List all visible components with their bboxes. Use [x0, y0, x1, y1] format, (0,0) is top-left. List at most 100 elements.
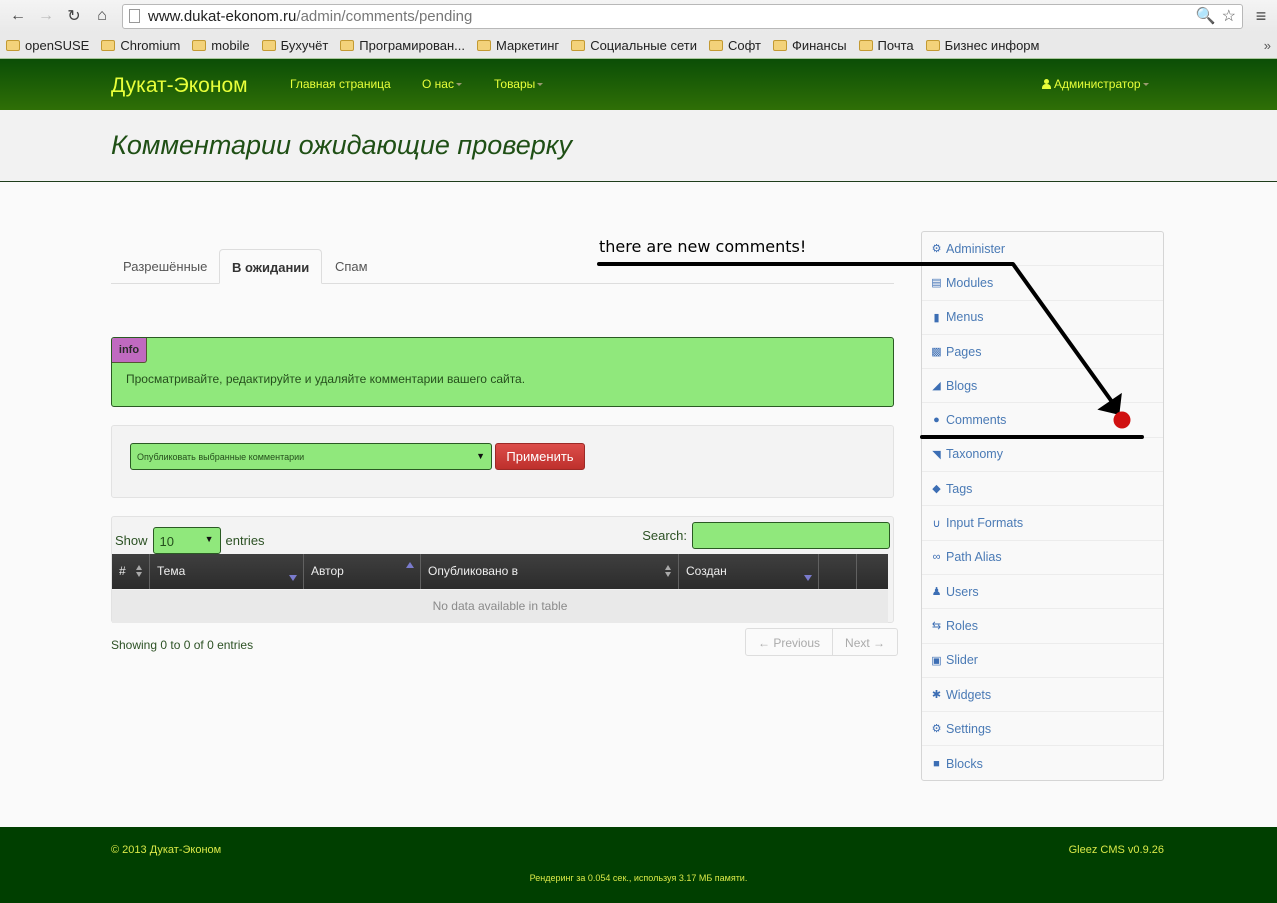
apply-button[interactable]: Применить: [495, 443, 585, 470]
zoom-icon[interactable]: 🔍: [1196, 6, 1216, 26]
previous-page-button[interactable]: ← Previous: [746, 629, 832, 655]
bookmark-folder[interactable]: Финансы: [772, 38, 847, 53]
bookmark-folder[interactable]: openSUSE: [6, 38, 89, 53]
sort-desc-icon: [289, 575, 297, 581]
star-icon[interactable]: ☆: [1222, 6, 1236, 26]
bulk-actions-panel: Опубликовать выбранные комментарии ▼ При…: [111, 425, 894, 498]
tab-spam[interactable]: Спам: [323, 249, 380, 284]
page-title: Комментарии ожидающие проверку: [111, 130, 573, 160]
sort-both-icon: [136, 565, 143, 577]
forward-button[interactable]: →: [34, 4, 58, 28]
column-header-action-2: [857, 554, 888, 589]
search-control: Search:: [642, 522, 890, 549]
column-header-author[interactable]: Автор: [304, 554, 421, 589]
sidebar-item-blogs[interactable]: ◢ Blogs: [922, 369, 1163, 404]
column-header-published-in[interactable]: Опубликовано в: [421, 554, 679, 589]
folder-icon: [192, 39, 207, 51]
stop-icon: ■: [933, 757, 940, 770]
nav-products-dropdown[interactable]: Товары: [494, 77, 544, 91]
dropdown-arrow-icon: ▼: [204, 534, 214, 544]
folder-icon: [858, 39, 873, 51]
bookmark-folder[interactable]: Почта: [858, 38, 914, 53]
book-icon: ▩: [931, 346, 942, 359]
site-footer: © 2013 Дукат-Эконом Gleez CMS v0.9.26 Ре…: [0, 827, 1277, 903]
dropdown-arrow-icon: ▼: [476, 451, 485, 461]
bullhorn-icon: ◢: [932, 380, 941, 393]
bookmarks-overflow-button[interactable]: »: [1264, 38, 1271, 53]
column-header-subject[interactable]: Тема: [150, 554, 304, 589]
sort-asc-icon: [406, 562, 414, 568]
sidebar-item-slider[interactable]: ▣ Slider: [922, 644, 1163, 678]
sidebar-item-taxonomy[interactable]: ◥ Taxonomy: [922, 438, 1163, 473]
folder-icon: [772, 39, 787, 51]
nav-home[interactable]: Главная страница: [290, 77, 391, 91]
browser-toolbar: ← → ↻ ⌂ www.dukat-ekonom.ru/admin/commen…: [0, 0, 1277, 32]
bookmark-folder[interactable]: mobile: [192, 38, 250, 53]
bookmark-folder[interactable]: Chromium: [101, 38, 180, 53]
page-length-control: Show 10 ▼ entries: [115, 527, 265, 554]
caret-down-icon: [455, 83, 462, 87]
picture-icon: ▣: [931, 654, 942, 667]
menu-icon[interactable]: ≡: [1251, 6, 1271, 27]
sidebar-item-tags[interactable]: ◆ Tags: [922, 472, 1163, 507]
folder-icon: [340, 39, 355, 51]
folder-icon: [101, 39, 116, 51]
column-header-id[interactable]: #: [112, 554, 150, 589]
sidebar-item-users[interactable]: ♟ Users: [922, 575, 1163, 610]
home-button[interactable]: ⌂: [90, 4, 114, 28]
folder-icon: [261, 39, 276, 51]
retweet-icon: ⇆: [931, 620, 942, 633]
user-menu-dropdown[interactable]: Администратор: [1042, 77, 1149, 91]
table-info: Showing 0 to 0 of 0 entries: [111, 638, 254, 652]
address-bar[interactable]: www.dukat-ekonom.ru/admin/comments/pendi…: [122, 3, 1243, 29]
sidebar-item-menus[interactable]: ▮ Menus: [922, 301, 1163, 335]
url-path: /admin/comments/pending: [296, 7, 473, 25]
tab-pending[interactable]: В ожидании: [219, 249, 323, 284]
sidebar-item-modules[interactable]: ▤ Modules: [922, 266, 1163, 301]
caret-down-icon: [1142, 83, 1149, 87]
search-input[interactable]: [692, 522, 890, 549]
cog-icon: ⚙: [931, 243, 942, 256]
back-button[interactable]: ←: [6, 4, 30, 28]
sidebar-item-administer[interactable]: ⚙ Administer: [922, 232, 1163, 267]
bulk-action-value: Опубликовать выбранные комментарии: [137, 452, 305, 462]
sidebar-item-blocks[interactable]: ■ Blocks: [922, 746, 1163, 780]
bookmark-folder[interactable]: Социальные сети: [571, 38, 697, 53]
page-header: Комментарии ожидающие проверку: [0, 110, 1277, 182]
site-brand[interactable]: Дукат-Эконом: [111, 74, 248, 98]
bookmark-folder[interactable]: Маркетинг: [476, 38, 559, 53]
bookmark-folder[interactable]: Софт: [708, 38, 761, 53]
folder-icon: [925, 39, 940, 51]
reload-button[interactable]: ↻: [62, 4, 86, 28]
bookmark-folder[interactable]: Програмирован...: [340, 38, 465, 53]
pagination: ← Previous Next →: [745, 628, 899, 656]
user-icon: ♟: [931, 586, 942, 599]
nav-about-dropdown[interactable]: О нас: [422, 77, 462, 91]
bookmark-icon: ▮: [933, 311, 940, 324]
bookmark-folder[interactable]: Бухучёт: [261, 38, 328, 53]
annotation-text: there are new comments!: [599, 237, 807, 256]
column-header-action-1: [819, 554, 857, 589]
link-icon: ∞: [932, 551, 941, 564]
sort-desc-icon: [804, 575, 812, 581]
column-header-created[interactable]: Создан: [679, 554, 819, 589]
sidebar-item-settings[interactable]: ⚙ Settings: [922, 712, 1163, 747]
folder-icon: [708, 39, 723, 51]
bulk-action-select[interactable]: Опубликовать выбранные комментарии ▼: [130, 443, 492, 470]
sidebar-item-path-alias[interactable]: ∞ Path Alias: [922, 541, 1163, 575]
table-header: # Тема Автор Опубликовано в Создан: [112, 554, 888, 589]
tab-approved[interactable]: Разрешённые: [111, 249, 219, 284]
sidebar-item-roles[interactable]: ⇆ Roles: [922, 609, 1163, 644]
footer-cms-version[interactable]: Gleez CMS v0.9.26: [1069, 844, 1164, 856]
admin-sidebar: ⚙ Administer ▤ Modules ▮ Menus ▩ Pages ◢ Blog…: [921, 231, 1164, 781]
sidebar-item-pages[interactable]: ▩ Pages: [922, 335, 1163, 370]
folder-open-icon: ◥: [932, 448, 941, 461]
next-page-button[interactable]: Next →: [832, 629, 897, 655]
sidebar-item-widgets[interactable]: ✱ Widgets: [922, 678, 1163, 713]
sidebar-item-comments[interactable]: ● Comments: [922, 403, 1163, 438]
empty-table-message: No data available in table: [112, 590, 888, 623]
cogs-icon: ⚙: [931, 723, 942, 736]
sidebar-item-input-formats[interactable]: ∪ Input Formats: [922, 506, 1163, 541]
page-length-select[interactable]: 10 ▼: [152, 527, 221, 554]
bookmark-folder[interactable]: Бизнес информ: [925, 38, 1039, 53]
